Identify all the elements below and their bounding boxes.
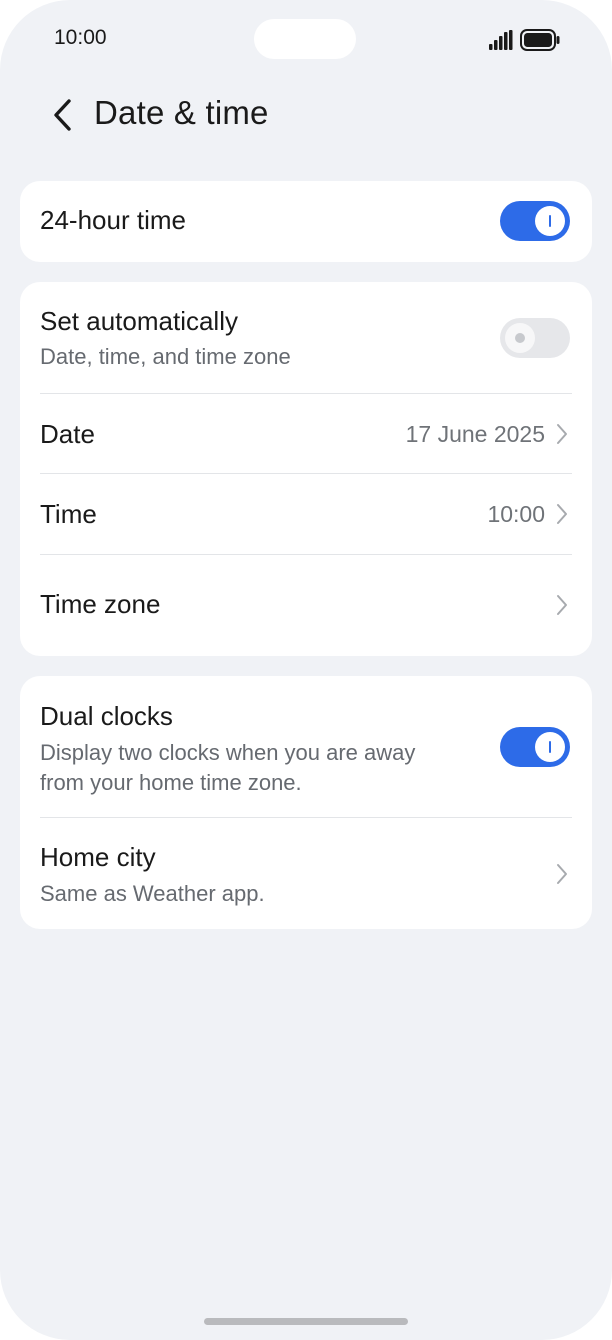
date-value: 17 June 2025 [405, 421, 545, 447]
time-value: 10:00 [487, 501, 545, 527]
dual-clocks-subtitle-line2: from your home time zone. [40, 770, 302, 795]
hour24-card: 24-hour time [20, 181, 592, 262]
signal-icon [489, 30, 513, 50]
set-automatically-toggle[interactable] [500, 318, 570, 358]
battery-icon [520, 29, 560, 51]
date-label: Date [40, 419, 95, 449]
home-city-label: Home city [40, 842, 156, 872]
dual-clocks-card: Dual clocks Display two clocks when you … [20, 676, 592, 929]
dynamic-island [254, 19, 356, 59]
toggle-knob [535, 732, 565, 762]
toggle-knob [535, 206, 565, 236]
chevron-right-icon [557, 864, 567, 884]
dual-clocks-subtitle-line1: Display two clocks when you are away [40, 740, 416, 765]
toggle-knob [505, 323, 535, 353]
dual-clocks-toggle[interactable] [500, 727, 570, 767]
chevron-right-icon [557, 595, 567, 615]
set-automatically-subtitle: Date, time, and time zone [40, 344, 291, 369]
chevron-left-icon [54, 99, 71, 131]
date-row[interactable]: Date 17 June 2025 [20, 394, 592, 473]
hour24-toggle[interactable] [500, 201, 570, 241]
time-row[interactable]: Time 10:00 [20, 474, 592, 554]
chevron-right-icon [557, 424, 567, 444]
status-time: 10:00 [54, 26, 107, 49]
time-zone-row[interactable]: Time zone [20, 555, 592, 656]
set-automatically-row[interactable]: Set automatically Date, time, and time z… [20, 282, 592, 393]
time-zone-label: Time zone [40, 589, 161, 619]
page-title: Date & time [94, 94, 269, 131]
time-label: Time [40, 499, 97, 529]
set-automatically-label: Set automatically [40, 306, 238, 336]
home-city-row[interactable]: Home city Same as Weather app. [20, 818, 592, 929]
home-city-subtitle: Same as Weather app. [40, 881, 265, 906]
dual-clocks-label: Dual clocks [40, 701, 173, 731]
dual-clocks-row[interactable]: Dual clocks Display two clocks when you … [20, 676, 592, 817]
home-indicator[interactable] [204, 1318, 408, 1325]
hour24-label: 24-hour time [40, 205, 186, 235]
chevron-right-icon [557, 504, 567, 524]
phone-screen: 10:00 Date & time 24-hour time Set autom… [0, 0, 612, 1340]
back-button[interactable] [40, 92, 84, 138]
datetime-card: Set automatically Date, time, and time z… [20, 282, 592, 656]
